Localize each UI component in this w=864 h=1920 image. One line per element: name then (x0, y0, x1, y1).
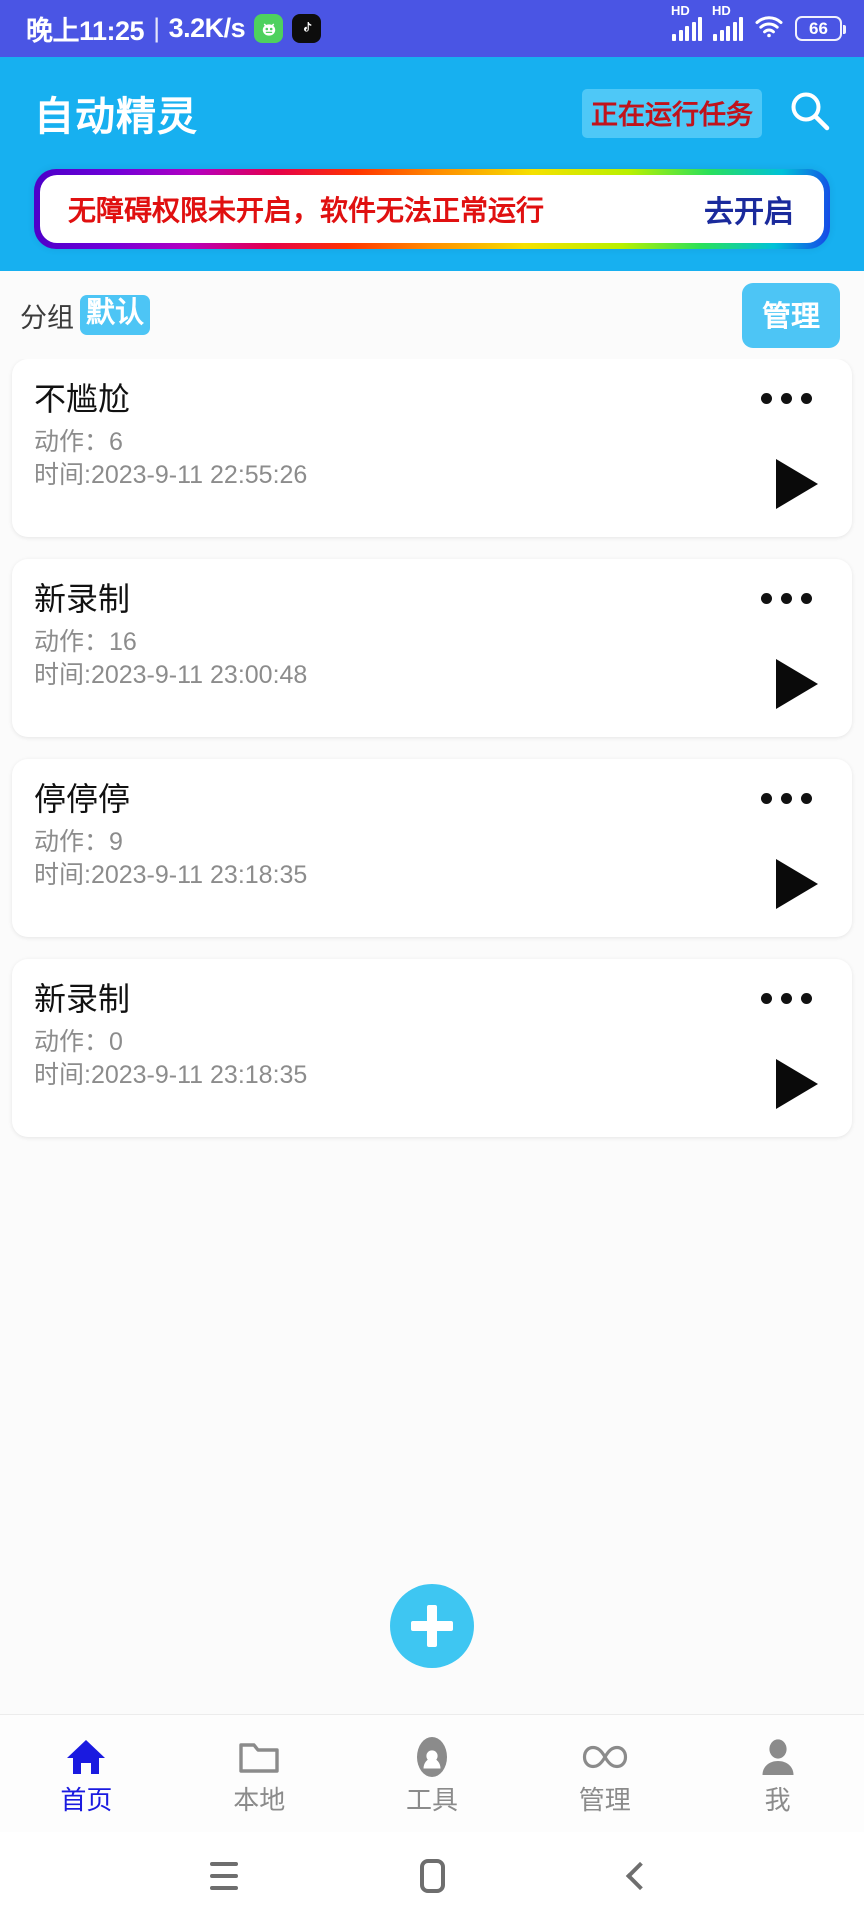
task-timestamp: 时间:2023-9-11 23:18:35 (34, 1060, 308, 1089)
group-row: 分组 默认 管理 (0, 271, 864, 359)
play-icon[interactable] (776, 459, 818, 509)
nav-item-profile[interactable]: 我 (691, 1735, 864, 1813)
table-row[interactable]: 不尴尬 动作：6 时间:2023-9-11 22:55:26 (12, 359, 852, 537)
nav-label-tools: 工具 (405, 1784, 458, 1815)
battery-icon: 66 (795, 16, 846, 41)
page-title: 自动精灵 (34, 95, 198, 139)
more-options-icon[interactable] (753, 585, 820, 612)
folder-icon (238, 1735, 280, 1779)
search-icon (786, 87, 834, 140)
home-square-icon (419, 1859, 445, 1893)
infinity-icon (580, 1735, 630, 1779)
table-row[interactable]: 停停停 动作：9 时间:2023-9-11 23:18:35 (12, 759, 852, 937)
group-chip-default[interactable]: 默认 (80, 295, 151, 335)
task-timestamp: 时间:2023-9-11 23:18:35 (34, 860, 308, 889)
status-network-speed: 3.2K/s (168, 13, 246, 43)
nav-item-local[interactable]: 本地 (173, 1735, 346, 1813)
enable-permission-button[interactable]: 去开启 (704, 187, 794, 231)
task-timestamp: 时间:2023-9-11 23:00:48 (34, 660, 308, 689)
table-row[interactable]: 新录制 动作：0 时间:2023-9-11 23:18:35 (12, 959, 852, 1137)
nav-label-home: 首页 (60, 1784, 113, 1815)
task-title: 新录制 (34, 981, 131, 1017)
back-chevron-icon (625, 1861, 655, 1891)
nav-item-home[interactable]: 首页 (0, 1735, 173, 1813)
task-title: 停停停 (34, 781, 131, 817)
nav-label-manage: 管理 (578, 1784, 631, 1815)
app-header: 自动精灵 正在运行任务 无障碍权限未开启，软件无法正常运行 去开启 (0, 57, 864, 271)
fab-area (0, 1584, 864, 1714)
nav-label-profile: 我 (764, 1784, 791, 1815)
app-root: 晚上11:25 | 3.2K/s HD HD 66 自动精灵 正在运行任务 无障… (0, 0, 864, 1920)
play-icon[interactable] (776, 859, 818, 909)
more-options-icon[interactable] (753, 985, 820, 1012)
recents-button[interactable] (189, 1846, 259, 1906)
warning-message: 无障碍权限未开启，软件无法正常运行 (68, 195, 545, 226)
task-action-count: 动作：9 (34, 827, 123, 856)
app-header-top: 自动精灵 正在运行任务 (0, 57, 864, 169)
hd-label-1: HD (671, 2, 690, 18)
status-bar: 晚上11:25 | 3.2K/s HD HD 66 (0, 0, 864, 57)
running-task-badge[interactable]: 正在运行任务 (582, 88, 762, 138)
task-list: 不尴尬 动作：6 时间:2023-9-11 22:55:26 新录制 动作：16… (0, 359, 864, 1584)
nav-label-local: 本地 (233, 1784, 286, 1815)
system-navigation-bar (0, 1832, 864, 1920)
nav-item-manage[interactable]: 管理 (518, 1735, 691, 1813)
signal-icon-1: HD (671, 4, 702, 41)
more-options-icon[interactable] (753, 785, 820, 812)
tiktok-app-icon (292, 14, 322, 43)
warning-banner-inner: 无障碍权限未开启，软件无法正常运行 去开启 (40, 175, 824, 243)
signal-bars-1 (672, 16, 702, 41)
accessibility-warning-banner[interactable]: 无障碍权限未开启，软件无法正常运行 去开启 (34, 169, 830, 249)
person-icon (760, 1735, 796, 1779)
status-bar-right: HD HD 66 (671, 4, 846, 43)
task-action-count: 动作：0 (34, 1027, 123, 1056)
task-title: 不尴尬 (34, 381, 131, 417)
wifi-icon (754, 14, 784, 43)
task-action-count: 动作：16 (34, 627, 137, 656)
back-button[interactable] (605, 1846, 675, 1906)
group-label: 分组 (20, 302, 74, 333)
menu-icon (210, 1862, 238, 1890)
task-timestamp: 时间:2023-9-11 22:55:26 (34, 460, 308, 489)
task-title: 新录制 (34, 581, 131, 617)
play-icon[interactable] (776, 1059, 818, 1109)
table-row[interactable]: 新录制 动作：16 时间:2023-9-11 23:00:48 (12, 559, 852, 737)
home-icon (65, 1735, 107, 1779)
more-options-icon[interactable] (753, 385, 820, 412)
play-icon[interactable] (776, 659, 818, 709)
status-separator: | (153, 13, 160, 43)
status-bar-left: 晚上11:25 | 3.2K/s (26, 9, 322, 48)
signal-bars-2 (713, 16, 743, 41)
cloud-icon (412, 1735, 452, 1779)
status-time: 晚上11:25 (26, 16, 145, 46)
battery-level: 66 (809, 19, 828, 38)
home-button[interactable] (397, 1846, 467, 1906)
smiley-app-icon (254, 14, 284, 43)
signal-icon-2: HD (712, 4, 743, 41)
nav-item-tools[interactable]: 工具 (346, 1735, 519, 1813)
hd-label-2: HD (712, 2, 731, 18)
search-button[interactable] (782, 85, 838, 141)
manage-groups-button[interactable]: 管理 (741, 282, 840, 348)
bottom-navigation: 首页 本地 工具 管理 我 (0, 1714, 864, 1832)
task-action-count: 动作：6 (34, 427, 123, 456)
add-task-button[interactable] (390, 1584, 474, 1668)
